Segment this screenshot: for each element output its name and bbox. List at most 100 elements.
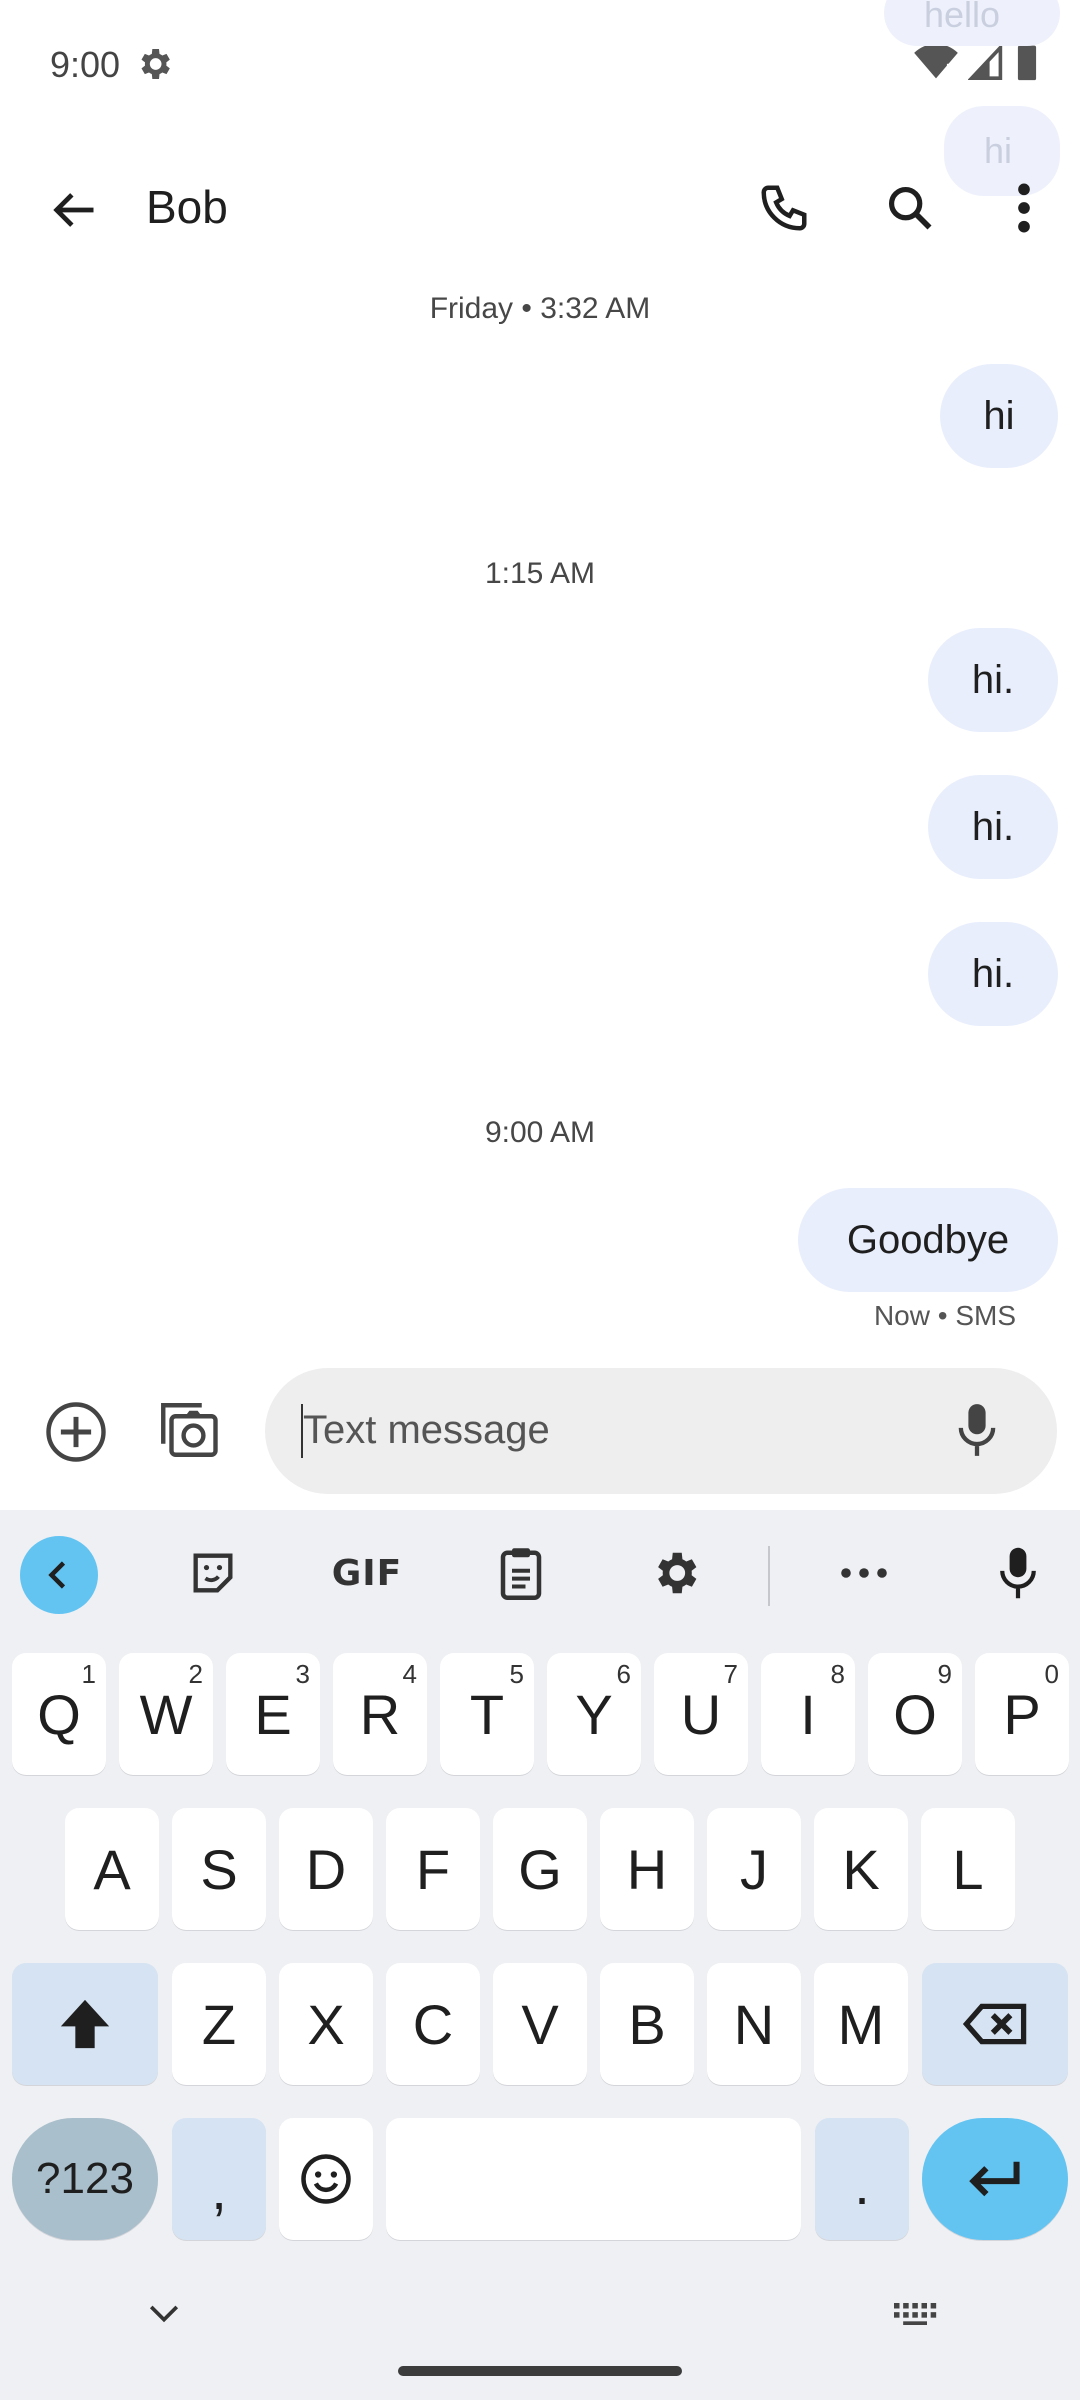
voice-input-button[interactable] [937, 1390, 1017, 1470]
key-hint: 3 [295, 1659, 310, 1689]
key-j[interactable]: J [707, 1808, 801, 1930]
toolbar-collapse-button[interactable] [20, 1536, 98, 1614]
key-label: U [680, 1682, 722, 1746]
backspace-key[interactable] [922, 1963, 1068, 2085]
status-icons [914, 42, 1040, 82]
key-e[interactable]: E3 [226, 1653, 320, 1775]
key-s[interactable]: S [172, 1808, 266, 1930]
key-n[interactable]: N [707, 1963, 801, 2085]
keyboard-settings-button[interactable] [635, 1538, 715, 1608]
wifi-alert-icon [914, 43, 958, 79]
navigation-bar [0, 2270, 1080, 2400]
gallery-camera-button[interactable] [148, 1390, 228, 1470]
key-l[interactable]: L [921, 1808, 1015, 1930]
key-d[interactable]: D [279, 1808, 373, 1930]
message-bubble[interactable]: hi. [928, 628, 1058, 732]
key-t[interactable]: T5 [440, 1653, 534, 1775]
emoji-key[interactable] [279, 2118, 373, 2240]
key-hint: 4 [402, 1659, 417, 1689]
key-f[interactable]: F [386, 1808, 480, 1930]
toolbar-divider [768, 1546, 770, 1606]
switch-keyboard-button[interactable] [876, 2274, 956, 2354]
key-m[interactable]: M [814, 1963, 908, 2085]
more-horiz-icon [841, 1568, 887, 1578]
key-label: Y [575, 1682, 613, 1746]
keyboard: GIF Q1 W2 E3 R4 T 5 Y 6 U 7 I 8 O 9 P 0 … [0, 1510, 1080, 2400]
key-b[interactable]: B [600, 1963, 694, 2085]
message-bubble[interactable]: hi. [928, 775, 1058, 879]
key-z[interactable]: Z [172, 1963, 266, 2085]
compose-bar: Text message [0, 1360, 1080, 1500]
settings-icon [658, 1552, 697, 1594]
microphone-icon [1000, 1547, 1036, 1599]
key-label: I [800, 1682, 816, 1746]
key-hint: 9 [937, 1659, 952, 1689]
key-w[interactable]: W2 [119, 1653, 213, 1775]
key-hint: 0 [1044, 1659, 1059, 1689]
key-hint: 8 [830, 1659, 845, 1689]
message-input-placeholder: Text message [303, 1408, 550, 1452]
key-label: P [1003, 1682, 1041, 1746]
keyboard-icon [894, 2303, 937, 2325]
period-key[interactable]: . [815, 2118, 909, 2240]
back-arrow-icon [53, 193, 94, 227]
key-p[interactable]: P0 [975, 1653, 1069, 1775]
contact-name[interactable]: Bob [146, 180, 228, 234]
key-i[interactable]: I8 [761, 1653, 855, 1775]
clipboard-button[interactable] [481, 1538, 561, 1608]
key-u[interactable]: U7 [654, 1653, 748, 1775]
sticker-icon [193, 1553, 233, 1593]
key-label: R [359, 1682, 401, 1746]
key-label: O [893, 1682, 937, 1746]
key-g[interactable]: G [493, 1808, 587, 1930]
key-x[interactable]: X [279, 1963, 373, 2085]
more-options-button[interactable] [984, 168, 1064, 248]
message-timestamp: 9:00 AM [484, 1116, 596, 1149]
shift-arrow-icon [60, 1999, 110, 2049]
key-k[interactable]: K [814, 1808, 908, 1930]
key-hint: 5 [509, 1659, 524, 1689]
call-button[interactable] [744, 168, 824, 248]
search-button[interactable] [870, 168, 950, 248]
add-circle-icon [46, 1402, 106, 1462]
key-r[interactable]: R4 [333, 1653, 427, 1775]
gif-button[interactable]: GIF [327, 1538, 407, 1608]
symbols-key[interactable]: ?123 [12, 2118, 158, 2240]
message-input[interactable]: Text message [265, 1368, 1057, 1494]
backspace-icon [962, 2003, 1027, 2045]
back-button[interactable] [34, 170, 114, 250]
key-o[interactable]: O9 [868, 1653, 962, 1775]
message-bubble[interactable]: hi [940, 364, 1058, 468]
more-tools-button[interactable] [824, 1538, 904, 1608]
message-bubble[interactable]: Goodbye [798, 1188, 1058, 1292]
message-bubble[interactable]: hi. [928, 922, 1058, 1026]
home-indicator[interactable] [398, 2366, 682, 2376]
chevron-down-icon [149, 2305, 179, 2323]
key-hint: 2 [188, 1659, 203, 1689]
key-y[interactable]: Y6 [547, 1653, 641, 1775]
message-timestamp: Friday • 3:32 AM [429, 292, 651, 325]
key-a[interactable]: A [65, 1808, 159, 1930]
key-hint: 1 [81, 1659, 96, 1689]
keyboard-voice-button[interactable] [978, 1538, 1058, 1608]
status-time: 9:00 [50, 44, 121, 85]
settings-gear-icon [141, 49, 170, 79]
key-c[interactable]: C [386, 1963, 480, 2085]
hide-keyboard-button[interactable] [124, 2274, 204, 2354]
cell-signal-icon [968, 43, 1003, 80]
key-h[interactable]: H [600, 1808, 694, 1930]
more-vert-icon [1018, 183, 1030, 233]
sticker-button[interactable] [173, 1538, 253, 1608]
keyboard-toolbar: GIF [0, 1510, 1080, 1630]
gif-label: GIF [331, 1552, 403, 1594]
shift-key[interactable] [12, 1963, 158, 2085]
app-bar: Bob [0, 150, 1080, 270]
enter-key[interactable] [922, 2118, 1068, 2240]
key-label: T [469, 1682, 505, 1746]
attach-button[interactable] [36, 1392, 116, 1472]
key-q[interactable]: Q1 [12, 1653, 106, 1775]
space-bar[interactable] [386, 2118, 801, 2240]
key-hint: 6 [616, 1659, 631, 1689]
key-v[interactable]: V [493, 1963, 587, 2085]
comma-key[interactable]: , [172, 2118, 266, 2240]
